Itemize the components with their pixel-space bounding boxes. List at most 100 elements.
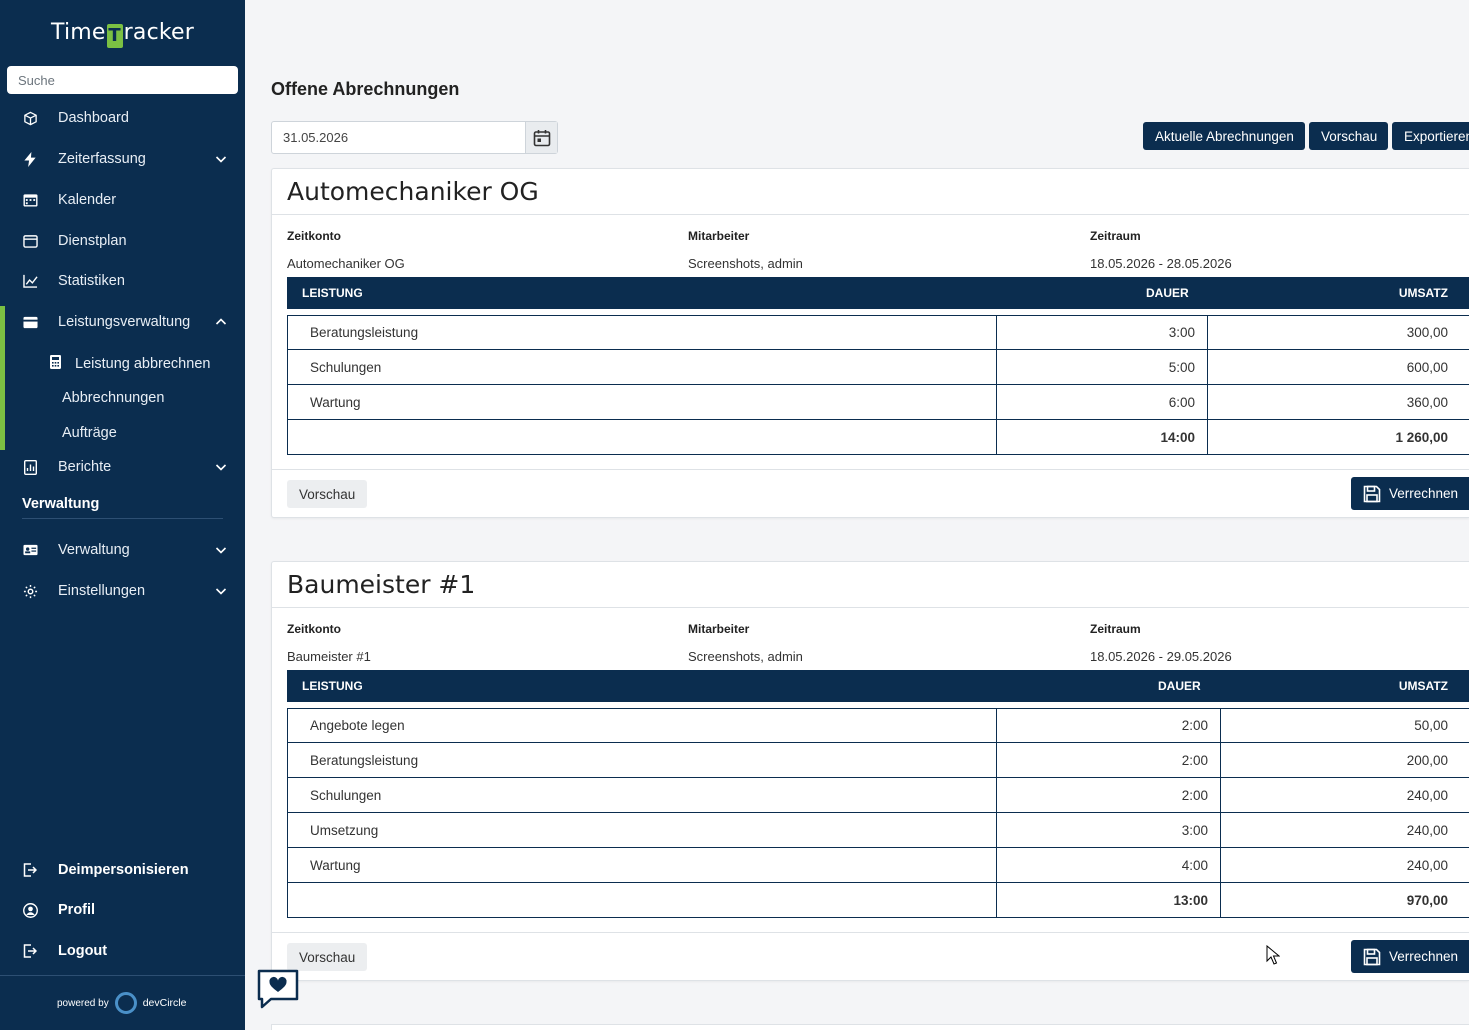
gear-icon	[22, 583, 38, 599]
card-title: Automechaniker OG	[272, 169, 1469, 215]
card-footer: Vorschau Verrechnen	[272, 469, 1469, 518]
feedback-chat-button[interactable]	[256, 968, 300, 1010]
sidebar-item-label: Verwaltung	[58, 542, 130, 558]
invoice-card: Baumeister #1 Zeitkonto Baumeister #1 Mi…	[271, 561, 1469, 981]
sidebar-item-statistiken[interactable]: Statistiken	[0, 263, 245, 299]
meta-value: Baumeister #1	[287, 649, 371, 664]
meta-label: Zeitraum	[1090, 229, 1141, 243]
table-row: Umsetzung 3:00 240,00	[287, 813, 1469, 848]
sidebar-item-verwaltung[interactable]: Verwaltung	[0, 532, 245, 568]
current-invoices-button[interactable]: Aktuelle Abrechnungen	[1143, 122, 1305, 150]
table-row: Angebote legen 2:00 50,00	[287, 708, 1469, 743]
line-chart-icon	[22, 273, 38, 289]
table-row: Schulungen 2:00 240,00	[287, 778, 1469, 813]
chevron-down-icon	[215, 547, 227, 554]
column-header-leistung: LEISTUNG	[302, 286, 363, 300]
date-input[interactable]	[272, 122, 525, 153]
meta-label: Mitarbeiter	[688, 229, 750, 243]
sidebar-item-label: Statistiken	[58, 273, 125, 289]
sidebar-item-logout[interactable]: Logout	[0, 933, 245, 969]
sidebar-item-label: Profil	[58, 902, 96, 918]
date-picker-button[interactable]	[525, 122, 557, 153]
table-row: Wartung 6:00 360,00	[287, 385, 1469, 420]
sidebar-item-deimpersonisieren[interactable]: Deimpersonisieren	[0, 852, 245, 888]
sidebar-item-profil[interactable]: Profil	[0, 892, 245, 928]
sidebar-subitem-abbrechnungen[interactable]: Abbrechnungen	[62, 390, 164, 406]
calendar-icon	[533, 129, 550, 146]
meta-value: Automechaniker OG	[287, 256, 405, 271]
sidebar-subitem-leistung-abbrechnen[interactable]: Leistung abbrechnen	[50, 355, 210, 373]
cell-leistung: Angebote legen	[310, 718, 405, 733]
powered-by-text: powered by	[57, 997, 109, 1009]
sidebar-item-label: Leistungsverwaltung	[58, 314, 191, 330]
card-footer: Vorschau Verrechnen	[272, 932, 1469, 981]
logo-mark: T	[106, 24, 123, 48]
user-circle-icon	[22, 902, 38, 918]
sidebar-subitem-auftraege[interactable]: Aufträge	[62, 425, 117, 441]
heart-chat-icon	[257, 969, 299, 1009]
sidebar-item-zeiterfassung[interactable]: Zeiterfassung	[0, 141, 245, 177]
sidebar-subitem-label: Leistung abbrechnen	[75, 356, 211, 372]
column-header-dauer: DAUER	[1158, 679, 1201, 693]
invoice-card: Automechaniker OG Zeitkonto Automechanik…	[271, 168, 1469, 518]
sidebar: TimeTracker Dashboard Zeiterfassung Kale…	[0, 0, 245, 1030]
export-button[interactable]: Exportieren	[1392, 122, 1469, 150]
cell-dauer: 5:00	[996, 350, 1207, 384]
preview-all-button[interactable]: Vorschau	[1309, 122, 1388, 150]
meta-zeitraum: Zeitraum 18.05.2026 - 28.05.2026	[1090, 229, 1232, 271]
column-header-leistung: LEISTUNG	[302, 679, 363, 693]
meta-mitarbeiter: Mitarbeiter Screenshots, admin	[688, 622, 803, 664]
verrechnen-button[interactable]: Verrechnen	[1351, 940, 1469, 973]
invoice-card-partial	[271, 1024, 1469, 1030]
save-icon	[1363, 948, 1381, 965]
meta-value: 18.05.2026 - 28.05.2026	[1090, 256, 1232, 271]
mouse-cursor-icon	[1266, 944, 1281, 970]
sidebar-item-label: Dienstplan	[58, 233, 127, 249]
logo-text-left: Time	[51, 20, 106, 45]
section-title-verwaltung: Verwaltung	[22, 496, 100, 512]
meta-label: Zeitkonto	[287, 622, 341, 636]
sidebar-item-berichte[interactable]: Berichte	[0, 449, 245, 485]
cell-dauer: 2:00	[996, 743, 1220, 777]
meta-label: Zeitkonto	[287, 229, 341, 243]
meta-label: Mitarbeiter	[688, 622, 750, 636]
save-icon	[1363, 485, 1381, 502]
cell-umsatz: 50,00	[1220, 709, 1469, 742]
cell-umsatz: 240,00	[1220, 813, 1469, 847]
sidebar-item-label: Zeiterfassung	[58, 151, 146, 167]
sidebar-item-label: Logout	[58, 943, 108, 959]
column-header-umsatz: UMSATZ	[1398, 286, 1448, 300]
meta-value: Screenshots, admin	[688, 256, 803, 271]
date-picker[interactable]	[271, 121, 558, 154]
chevron-down-icon	[215, 464, 227, 471]
cell-dauer: 6:00	[996, 385, 1207, 419]
sidebar-search-input[interactable]	[7, 66, 238, 94]
sidebar-item-kalender[interactable]: Kalender	[0, 182, 245, 218]
table-row: Schulungen 5:00 600,00	[287, 350, 1469, 385]
preview-button[interactable]: Vorschau	[287, 480, 368, 508]
cell-umsatz: 600,00	[1207, 350, 1469, 384]
preview-button[interactable]: Vorschau	[287, 943, 368, 971]
app-logo[interactable]: Time Tracker	[0, 20, 245, 48]
cell-leistung: Schulungen	[310, 359, 382, 375]
meta-label: Zeitraum	[1090, 622, 1141, 636]
cell-leistung: Beratungsleistung	[310, 752, 419, 768]
total-umsatz: 1 260,00	[1207, 420, 1469, 454]
meta-zeitkonto: Zeitkonto Automechaniker OG	[287, 229, 405, 271]
cell-dauer: 3:00	[996, 316, 1207, 349]
table-total-row: 14:00 1 260,00	[287, 420, 1469, 455]
cell-umsatz: 240,00	[1220, 778, 1469, 812]
sidebar-item-leistungsverwaltung[interactable]: Leistungsverwaltung	[0, 304, 245, 340]
verrechnen-button[interactable]: Verrechnen	[1351, 477, 1469, 510]
powered-by[interactable]: powered by devCircle	[57, 992, 186, 1014]
cell-dauer: 4:00	[996, 848, 1220, 882]
sidebar-item-einstellungen[interactable]: Einstellungen	[0, 573, 245, 609]
sidebar-item-dienstplan[interactable]: Dienstplan	[0, 223, 245, 259]
sidebar-item-label: Dashboard	[58, 110, 129, 126]
sidebar-item-dashboard[interactable]: Dashboard	[0, 100, 245, 136]
sidebar-item-label: Kalender	[58, 192, 117, 208]
cell-dauer: 2:00	[996, 709, 1220, 742]
footer-divider	[0, 975, 245, 976]
cell-leistung: Wartung	[310, 857, 361, 873]
cell-dauer: 3:00	[996, 813, 1220, 847]
